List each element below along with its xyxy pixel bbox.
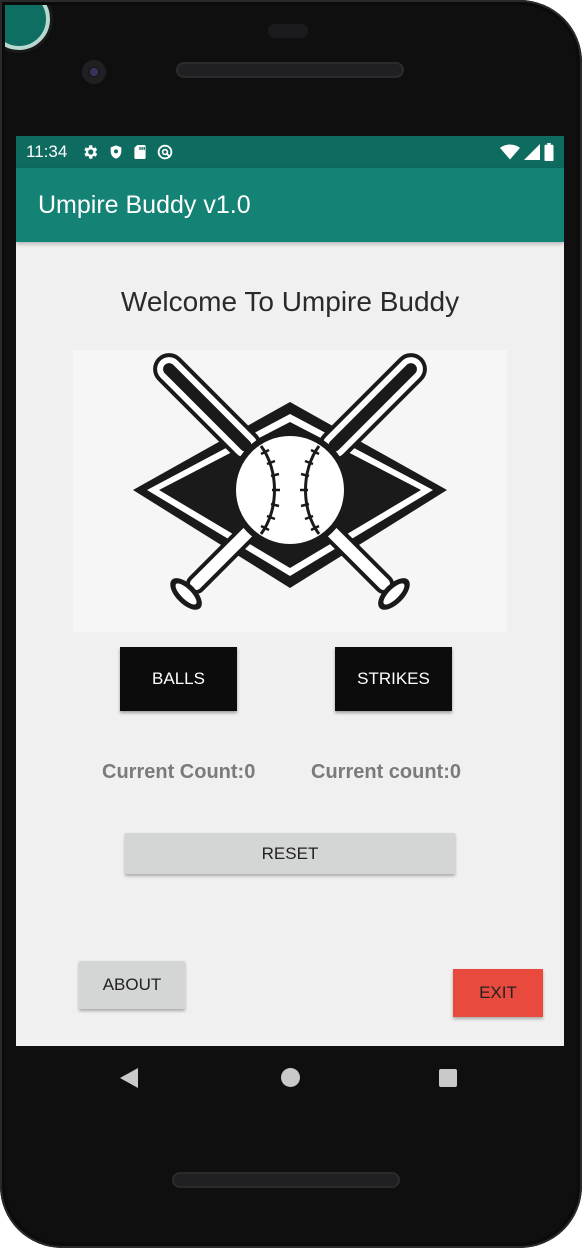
exit-button[interactable]: EXIT [453,969,543,1017]
welcome-heading: Welcome To Umpire Buddy [120,286,460,317]
app-title: Umpire Buddy v1.0 [38,190,251,219]
sd-card-icon [134,145,146,159]
strikes-count-label: Current count:0 [311,761,461,783]
shield-icon [110,145,122,159]
top-speaker [176,62,404,78]
balls-count-label: Current Count:0 [102,761,256,783]
battery-icon [544,143,554,161]
gear-icon [84,145,98,159]
earpiece [268,24,308,38]
signal-icon [524,144,540,160]
balls-button[interactable]: BALLS [120,647,237,711]
screen: 11:34 Umpire Buddy v1.0 Welcome To Umpir… [16,136,564,1046]
sync-icon [157,144,173,160]
app-bar: Umpire Buddy v1.0 [16,168,564,242]
status-bar: 11:34 [16,136,564,168]
status-time: 11:34 [26,142,68,161]
camera-icon [82,60,106,84]
reset-button[interactable]: RESET [125,833,455,874]
back-icon[interactable] [120,1068,138,1088]
recents-icon[interactable] [439,1069,457,1087]
app-badge-icon [0,0,50,50]
bottom-speaker [172,1172,400,1188]
wifi-icon [500,144,520,160]
about-button[interactable]: ABOUT [79,961,185,1009]
crossed-bats-baseball-icon [73,350,507,632]
strikes-button[interactable]: STRIKES [335,647,452,711]
home-icon[interactable] [281,1068,300,1087]
phone-frame: 11:34 Umpire Buddy v1.0 Welcome To Umpir… [0,0,582,1248]
